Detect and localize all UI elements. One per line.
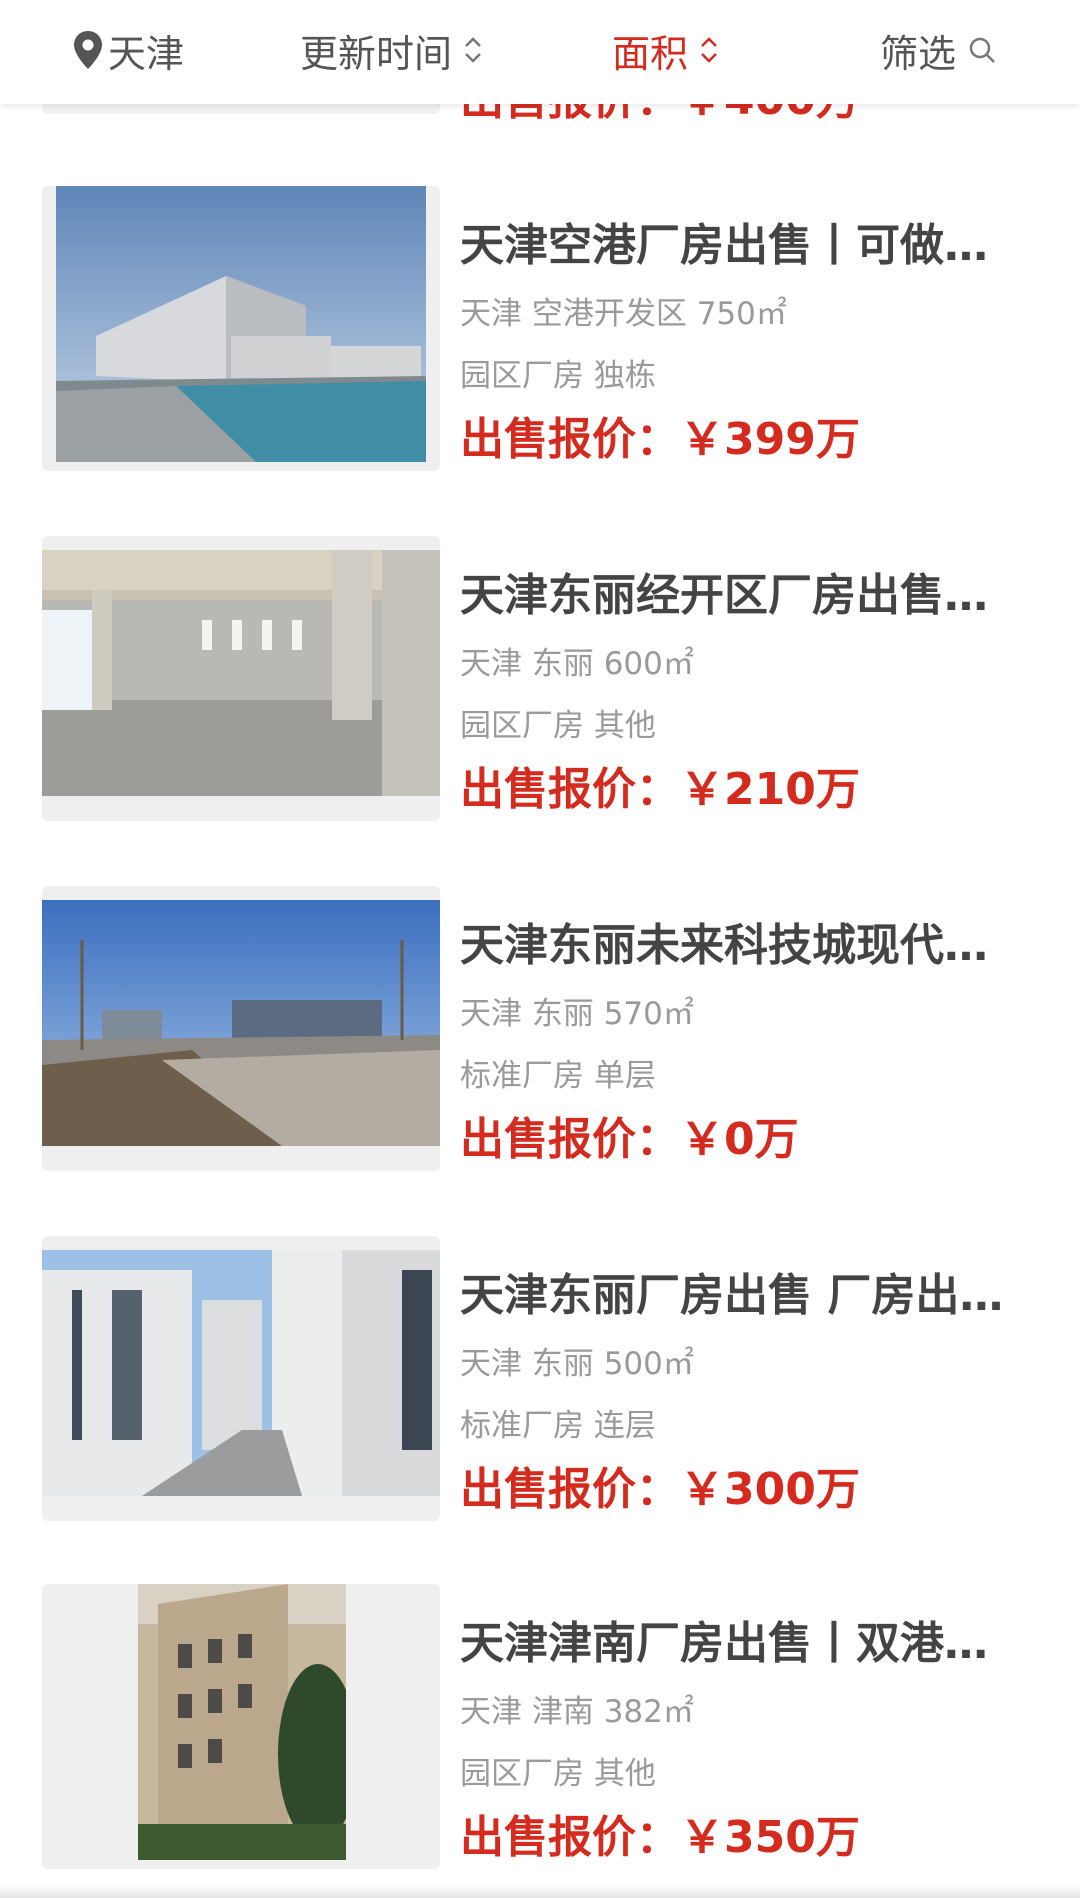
listing-location: 天津 东丽 570㎡ (460, 996, 694, 1032)
listing-card[interactable]: 天津津南厂房出售丨双港… 天津 津南 382㎡ 园区厂房 其他 出售报价：￥35… (0, 1584, 1080, 1874)
listing-location: 天津 津南 382㎡ (460, 1694, 694, 1730)
listing-location: 天津 东丽 500㎡ (460, 1346, 694, 1382)
listing-type: 园区厂房 其他 (460, 1756, 656, 1792)
factory-interior-photo (42, 550, 440, 796)
listing-card[interactable]: 天津东丽经开区厂房出售… 天津 东丽 600㎡ 园区厂房 其他 出售报价：￥21… (0, 536, 1080, 826)
filter-label: 筛选 (880, 31, 957, 76)
listing-title[interactable]: 天津津南厂房出售丨双港… (460, 1616, 1020, 1672)
tall-building-photo (138, 1584, 346, 1860)
listing-price-partial: 出售报价：￥400万 (460, 104, 860, 122)
listing-location: 天津 空港开发区 750㎡ (460, 296, 787, 332)
listing-title[interactable]: 天津东丽厂房出售 厂房出… (460, 1268, 1020, 1324)
listing-price: 出售报价：￥399万 (460, 414, 860, 465)
listing-title[interactable]: 天津东丽经开区厂房出售… (460, 568, 1020, 624)
listing-type: 标准厂房 单层 (460, 1058, 656, 1094)
listing-price: 出售报价：￥0万 (460, 1114, 799, 1165)
listing-type: 标准厂房 连层 (460, 1408, 656, 1444)
location-pin-icon (74, 31, 102, 69)
listing-price: 出售报价：￥350万 (460, 1812, 860, 1863)
listing-thumbnail[interactable] (42, 1236, 440, 1521)
search-icon (969, 37, 995, 63)
office-building-photo (42, 1250, 440, 1496)
sort-arrows-icon (465, 37, 481, 63)
bottom-edge-shadow (0, 1884, 1080, 1898)
listing-type: 园区厂房 其他 (460, 708, 656, 744)
listing-title[interactable]: 天津东丽未来科技城现代… (460, 918, 1020, 974)
filter-bar: 天津 更新时间 面积 筛选 (0, 0, 1080, 104)
listing-thumbnail[interactable] (42, 186, 440, 471)
listing-thumbnail[interactable] (42, 1584, 440, 1869)
listing-card[interactable]: 天津空港厂房出售丨可做… 天津 空港开发区 750㎡ 园区厂房 独栋 出售报价：… (0, 186, 1080, 476)
listing-location: 天津 东丽 600㎡ (460, 646, 694, 682)
listing-card[interactable]: 天津东丽未来科技城现代… 天津 东丽 570㎡ 标准厂房 单层 出售报价：￥0万 (0, 886, 1080, 1176)
sort-arrows-icon (701, 37, 717, 63)
city-selector[interactable]: 天津 (72, 0, 184, 100)
listing-title[interactable]: 天津空港厂房出售丨可做… (460, 218, 1020, 274)
sort-area[interactable]: 面积 (612, 0, 720, 100)
update-time-label: 更新时间 (300, 31, 453, 76)
sort-update-time[interactable]: 更新时间 (300, 0, 484, 100)
city-label: 天津 (108, 31, 185, 76)
listing-thumbnail[interactable] (42, 886, 440, 1171)
filter-button[interactable]: 筛选 (880, 0, 996, 100)
industrial-park-photo (42, 900, 440, 1146)
warehouse-photo (56, 186, 426, 462)
listing-price: 出售报价：￥210万 (460, 764, 860, 815)
listing-card[interactable]: 天津东丽厂房出售 厂房出… 天津 东丽 500㎡ 标准厂房 连层 出售报价：￥3… (0, 1236, 1080, 1526)
listing-price-partial-clip: 出售报价：￥400万 (460, 104, 860, 122)
listing-thumbnail[interactable] (42, 536, 440, 821)
listing-type: 园区厂房 独栋 (460, 358, 656, 394)
area-label: 面积 (612, 31, 689, 76)
listing-price: 出售报价：￥300万 (460, 1464, 860, 1515)
